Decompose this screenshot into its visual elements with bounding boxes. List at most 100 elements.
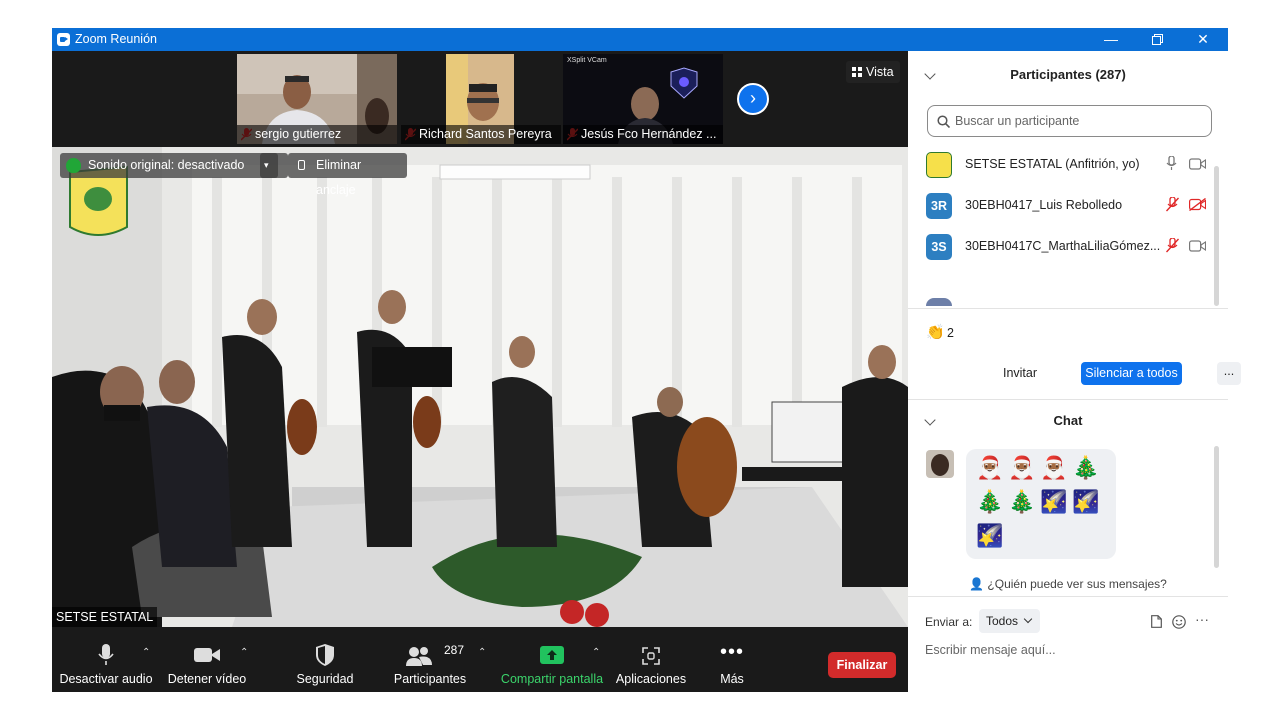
mic-muted-icon[interactable] <box>1166 197 1179 212</box>
shooting-star-emoji: 🌠 <box>976 523 1004 548</box>
apps-icon <box>642 647 660 665</box>
next-page-button[interactable]: › <box>737 83 769 115</box>
camera-icon[interactable] <box>1189 240 1206 252</box>
original-sound-dropdown[interactable]: ▾ <box>260 153 278 178</box>
who-can-see-label: ¿Quién puede ver sus mensajes? <box>987 577 1167 591</box>
divider <box>908 308 1228 309</box>
santa-emoji: 🎅🏾 <box>976 455 1004 480</box>
thumbnail-strip: sergio gutierrez Richard Santos Pereyra <box>52 51 908 147</box>
chat-more-icon[interactable]: ··· <box>1195 611 1209 627</box>
emoji-icon[interactable] <box>1172 615 1186 629</box>
mic-muted-icon[interactable] <box>1166 238 1179 253</box>
participant-name: Richard Santos Pereyra <box>401 125 561 144</box>
more-dots-icon: ••• <box>719 641 745 663</box>
apps-button[interactable]: Aplicaciones <box>612 627 690 692</box>
participant-name: 30EBH0417C_MarthaLiliaGómez... <box>965 239 1161 253</box>
send-to-dropdown[interactable]: Todos <box>979 609 1041 633</box>
window-title: Zoom Reunión <box>75 32 157 46</box>
mic-icon[interactable] <box>1166 156 1177 171</box>
participants-button[interactable]: 287 Participantes <box>386 627 474 692</box>
participant-avatar: 3S <box>926 234 952 260</box>
minimize-button[interactable]: — <box>1088 28 1134 51</box>
participants-options-caret[interactable]: ⌃ <box>478 647 486 658</box>
main-video: Sonido original: desactivado ▾ Eliminar … <box>52 147 908 627</box>
restore-button[interactable] <box>1134 28 1180 51</box>
host-avatar <box>926 152 952 178</box>
divider <box>908 399 1228 400</box>
share-screen-button[interactable]: Compartir pantalla <box>500 627 604 692</box>
mute-all-button[interactable]: Silenciar a todos <box>1081 362 1182 385</box>
speaker-name: SETSE ESTATAL <box>52 607 158 627</box>
original-sound-label: Sonido original: desactivado <box>88 158 245 172</box>
invite-button[interactable]: Invitar <box>997 362 1043 385</box>
participants-label: Participantes <box>393 672 467 686</box>
participant-row[interactable]: 3S 30EBH0417C_MarthaLiliaGómez... <box>908 226 1218 266</box>
mute-audio-button[interactable]: Desactivar audio <box>56 627 156 692</box>
side-panel: Participantes (287) Buscar un participan… <box>908 51 1241 692</box>
participants-count: 287 <box>444 643 465 657</box>
tree-emoji: 🎄 <box>1008 489 1036 514</box>
participant-thumb[interactable]: XSplit VCam Jesús Fco Hernández ... <box>563 54 723 144</box>
santa-emoji: 🎅🏾 <box>1008 455 1036 480</box>
search-icon <box>937 115 950 128</box>
participant-search[interactable]: Buscar un participante <box>927 105 1212 137</box>
chat-scrollbar[interactable] <box>1214 446 1219 568</box>
send-to-label: Enviar a: <box>925 615 973 629</box>
more-options-button[interactable]: ... <box>1217 362 1241 385</box>
zoom-window: Zoom Reunión — ✕ sergio gutierrez Richar… <box>52 28 1241 692</box>
people-icon: 👤 <box>969 577 985 591</box>
audio-options-caret[interactable]: ⌃ <box>142 647 150 658</box>
stop-video-button[interactable]: Detener vídeo <box>160 627 254 692</box>
meeting-stage: sergio gutierrez Richard Santos Pereyra <box>52 51 908 627</box>
share-options-caret[interactable]: ⌃ <box>592 647 600 658</box>
close-button[interactable]: ✕ <box>1180 28 1226 51</box>
participants-scrollbar[interactable] <box>1214 166 1219 306</box>
view-button[interactable]: Vista <box>846 61 900 83</box>
participant-row[interactable]: SETSE ESTATAL (Anfitrión, yo) <box>908 144 1218 184</box>
camera-off-icon[interactable] <box>1189 198 1206 211</box>
meeting-toolbar: Desactivar audio ⌃ Detener vídeo ⌃ Segur… <box>52 627 908 692</box>
participants-icon <box>406 647 433 666</box>
participant-name: SETSE ESTATAL (Anfitrión, yo) <box>965 157 1140 171</box>
unpin-label: Eliminar anclaje <box>316 158 362 197</box>
chat-message: 🎅🏾 🎅🏾 🎅🏾 🎄 🎄 🎄 🌠 🌠 🌠 <box>966 449 1116 559</box>
participant-row[interactable]: 3R 30EBH0417_Luis Rebolledo <box>908 185 1218 225</box>
tree-emoji: 🎄 <box>976 489 1004 514</box>
participant-avatar-partial <box>926 298 952 306</box>
participant-thumb[interactable]: sergio gutierrez <box>237 54 397 144</box>
search-placeholder: Buscar un participante <box>955 114 1080 128</box>
participant-thumb[interactable]: Richard Santos Pereyra <box>401 54 561 144</box>
participants-header: Participantes (287) <box>1010 67 1126 82</box>
zoom-logo-icon <box>57 33 70 46</box>
pin-icon <box>298 160 305 170</box>
security-button[interactable]: Seguridad <box>288 627 362 692</box>
file-icon[interactable] <box>1151 615 1162 628</box>
mic-icon <box>98 644 114 665</box>
shooting-star-emoji: 🌠 <box>1040 489 1068 514</box>
divider <box>908 596 1228 597</box>
camera-icon[interactable] <box>1189 158 1206 170</box>
who-can-see-link[interactable]: 👤 ¿Quién puede ver sus mensajes? <box>908 577 1228 591</box>
video-options-caret[interactable]: ⌃ <box>240 647 248 658</box>
more-button[interactable]: ••• Más <box>706 627 758 692</box>
participant-name: sergio gutierrez <box>237 125 397 144</box>
shooting-star-emoji: 🌠 <box>1072 489 1100 514</box>
security-label: Seguridad <box>296 672 354 686</box>
more-label: Más <box>720 672 744 686</box>
sender-avatar <box>926 450 954 478</box>
mute-audio-label: Desactivar audio <box>59 672 153 686</box>
unpin-button[interactable]: Eliminar anclaje <box>288 153 407 197</box>
original-sound-badge[interactable]: Sonido original: desactivado <box>60 153 288 178</box>
end-meeting-button[interactable]: Finalizar <box>828 652 896 678</box>
stop-video-label: Detener vídeo <box>167 672 247 686</box>
participant-avatar: 3R <box>926 193 952 219</box>
participant-name: 30EBH0417_Luis Rebolledo <box>965 198 1123 212</box>
speaker-video <box>52 147 908 627</box>
reaction-count: 2 <box>947 326 954 340</box>
video-camera-icon <box>194 648 220 662</box>
share-screen-icon <box>540 646 564 664</box>
chat-input[interactable]: Escribir mensaje aquí... <box>925 643 1056 657</box>
apps-label: Aplicaciones <box>615 672 687 686</box>
share-screen-label: Compartir pantalla <box>500 672 604 686</box>
title-bar: Zoom Reunión — ✕ <box>52 28 1228 51</box>
